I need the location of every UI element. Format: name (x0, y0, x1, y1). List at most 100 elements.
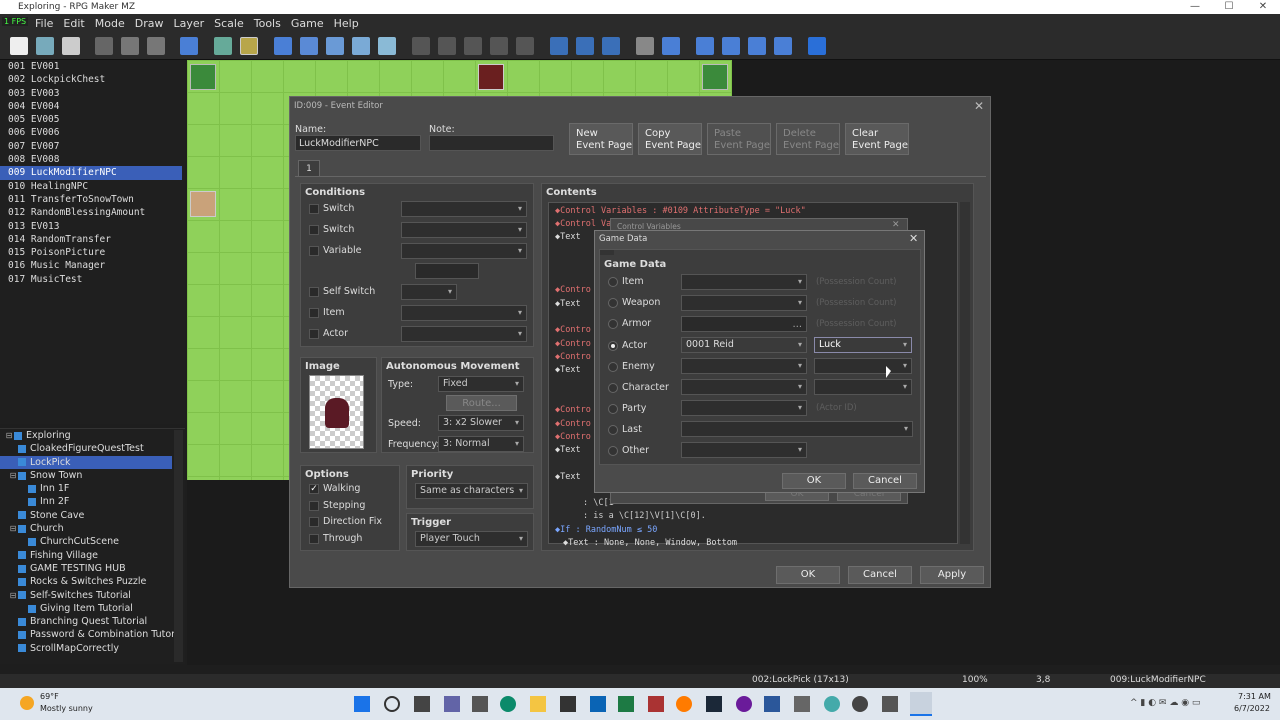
list-item[interactable]: ◆Text (555, 472, 581, 482)
armor-radio[interactable] (608, 319, 618, 329)
list-item[interactable]: 010 HealingNPC (0, 180, 185, 193)
actor-attribute-select[interactable]: Luck (814, 337, 912, 353)
tree-item[interactable]: ScrollMapCorrectly (0, 642, 185, 655)
list-item[interactable]: 003 EV003 (0, 87, 185, 100)
list-item[interactable]: 001 EV001 (0, 60, 185, 73)
map-event-sprite[interactable] (478, 64, 504, 90)
store-icon[interactable] (472, 696, 488, 712)
collapse-icon[interactable]: ⊟ (8, 522, 18, 535)
through-checkbox[interactable] (309, 534, 319, 544)
ellipse-icon[interactable] (464, 37, 482, 55)
resource-manager-icon[interactable] (774, 37, 792, 55)
camera-icon[interactable] (882, 696, 898, 712)
note-field[interactable] (429, 135, 554, 151)
switch1-checkbox[interactable] (309, 204, 319, 214)
list-item[interactable]: ◆Contro (555, 325, 591, 335)
app-icon[interactable] (736, 696, 752, 712)
map-tree-scrollbar[interactable] (174, 430, 183, 662)
actor-select[interactable]: 0001 Reid (681, 337, 807, 353)
app-icon[interactable] (824, 696, 840, 712)
list-item[interactable]: 016 Music Manager (0, 259, 185, 272)
tree-item[interactable]: Fishing Village (0, 549, 185, 562)
collapse-icon[interactable]: ⊟ (4, 429, 14, 442)
database-icon[interactable] (636, 37, 654, 55)
list-item[interactable]: 015 PoisonPicture (0, 246, 185, 259)
save-project-icon[interactable] (62, 37, 80, 55)
list-item[interactable]: 011 TransferToSnowTown (0, 193, 185, 206)
layer-2-icon[interactable] (300, 37, 318, 55)
paste-event-page-button[interactable]: Paste Event Page (707, 123, 771, 155)
name-field[interactable]: LuckModifierNPC (295, 135, 421, 151)
game-data-ok-button[interactable]: OK (782, 473, 846, 489)
app-icon[interactable] (794, 696, 810, 712)
variable-checkbox[interactable] (309, 246, 319, 256)
speed-select[interactable]: 3: x2 Slower (438, 415, 524, 431)
switch2-checkbox[interactable] (309, 225, 319, 235)
cancel-button[interactable]: Cancel (848, 566, 912, 584)
variable-value-field[interactable] (415, 263, 479, 279)
enemy-radio[interactable] (608, 362, 618, 372)
frequency-select[interactable]: 3: Normal (438, 436, 524, 452)
actual-size-icon[interactable] (602, 37, 620, 55)
party-select[interactable] (681, 400, 807, 416)
list-item[interactable]: 012 RandomBlessingAmount (0, 206, 185, 219)
actor-radio[interactable] (608, 341, 618, 351)
enemy-select[interactable] (681, 358, 807, 374)
menu-game[interactable]: Game (286, 17, 329, 30)
actor-checkbox[interactable] (309, 329, 319, 339)
list-item[interactable]: ◆Contro (555, 339, 591, 349)
delete-event-page-button[interactable]: Delete Event Page (776, 123, 840, 155)
list-item[interactable]: 006 EV006 (0, 126, 185, 139)
tree-item[interactable]: CloakedFigureQuestTest (0, 442, 185, 455)
close-icon[interactable]: ✕ (1246, 0, 1280, 14)
clear-event-page-button[interactable]: Clear Event Page (845, 123, 909, 155)
tree-item[interactable]: Rocks & Switches Puzzle (0, 575, 185, 588)
layer-3-icon[interactable] (326, 37, 344, 55)
list-item[interactable]: ◆Text (555, 232, 581, 242)
list-item[interactable]: 004 EV004 (0, 100, 185, 113)
tree-item[interactable]: Inn 2F (0, 495, 185, 508)
list-item[interactable]: ◆Contro (555, 419, 591, 429)
menu-scale[interactable]: Scale (209, 17, 249, 30)
map-event-marker[interactable] (190, 64, 216, 90)
list-item[interactable]: : is a \C[12]\V[1]\C[0]. (583, 511, 706, 521)
last-select[interactable] (681, 421, 913, 437)
character-radio[interactable] (608, 383, 618, 393)
last-radio[interactable] (608, 425, 618, 435)
tree-item[interactable]: ChurchCutScene (0, 535, 185, 548)
map-event-marker[interactable] (702, 64, 728, 90)
task-view-icon[interactable] (414, 696, 430, 712)
list-item[interactable]: 014 RandomTransfer (0, 233, 185, 246)
playtest-icon[interactable] (808, 37, 826, 55)
new-project-icon[interactable] (10, 37, 28, 55)
tree-item[interactable]: ⊟ Self-Switches Tutorial (0, 589, 185, 602)
event-image-preview[interactable] (309, 375, 364, 449)
list-item[interactable]: 008 EV008 (0, 153, 185, 166)
direction-fix-checkbox[interactable] (309, 517, 319, 527)
list-item[interactable]: ◆Contro (555, 352, 591, 362)
list-item[interactable]: ◆Control Variables : #0109 AttributeType… (555, 206, 806, 216)
rectangle-icon[interactable] (438, 37, 456, 55)
tree-item[interactable]: ⊟ Snow Town (0, 469, 185, 482)
variable-select[interactable] (401, 243, 527, 259)
list-item[interactable]: ◆Text (555, 445, 581, 455)
party-radio[interactable] (608, 404, 618, 414)
weapon-select[interactable] (681, 295, 807, 311)
start-icon[interactable] (354, 696, 370, 712)
pencil-icon[interactable] (412, 37, 430, 55)
paste-icon[interactable] (147, 37, 165, 55)
edge-icon[interactable] (500, 696, 516, 712)
weather-icon[interactable] (20, 696, 34, 710)
list-item[interactable]: ◆Contro (555, 432, 591, 442)
armor-select[interactable]: … (681, 316, 807, 332)
enemy-attribute-select[interactable] (814, 358, 912, 374)
zoom-in-icon[interactable] (550, 37, 568, 55)
list-item[interactable]: 017 MusicTest (0, 273, 185, 286)
menu-layer[interactable]: Layer (168, 17, 209, 30)
route-button[interactable]: Route... (446, 395, 517, 411)
plugin-manager-icon[interactable] (662, 37, 680, 55)
menu-help[interactable]: Help (329, 17, 364, 30)
mail-icon[interactable] (590, 696, 606, 712)
chat-icon[interactable] (444, 696, 460, 712)
steam-icon[interactable] (706, 696, 722, 712)
